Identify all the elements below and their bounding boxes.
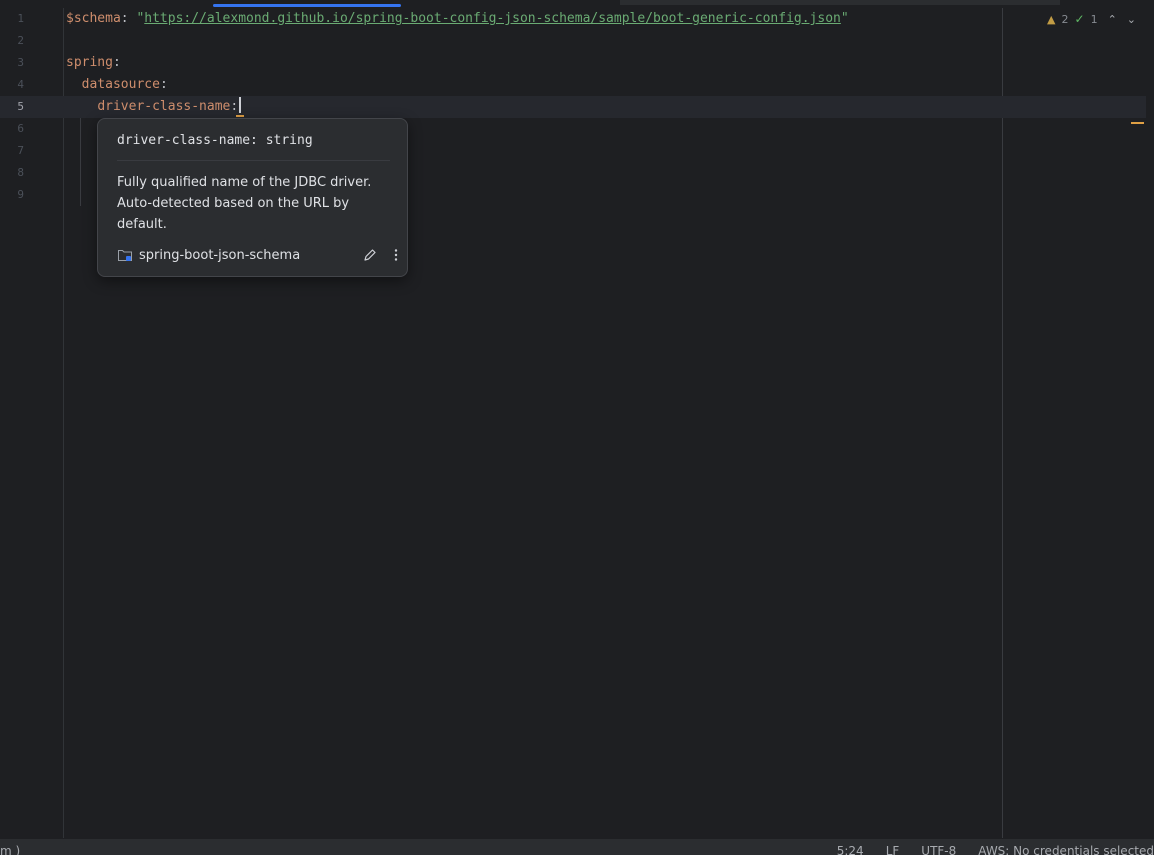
- inspection-widget[interactable]: ▲ 2 ✓ 1 ⌃ ⌄: [1047, 12, 1136, 26]
- line-number: 5: [17, 100, 24, 113]
- documentation-popup[interactable]: driver-class-name: string Fully qualifie…: [97, 118, 408, 277]
- previous-highlight-icon[interactable]: ⌃: [1108, 13, 1117, 26]
- folder-icon: [117, 247, 133, 263]
- yaml-colon: :: [120, 11, 129, 26]
- line-number: 7: [17, 144, 24, 157]
- yaml-key: driver-class-name: [97, 99, 231, 114]
- status-right-widgets: 5:24 LF UTF-8 AWS: No credentials select…: [837, 843, 1154, 855]
- code-editor[interactable]: 1 $schema: "https://alexmond.github.io/s…: [0, 0, 1154, 838]
- error-stripe-warning-mark[interactable]: [1131, 122, 1144, 124]
- yaml-key: spring: [66, 55, 113, 70]
- yaml-key: $schema: [66, 11, 121, 26]
- line-number: 3: [17, 56, 24, 69]
- popup-source-name[interactable]: spring-boot-json-schema: [139, 248, 300, 263]
- caret-position[interactable]: 5:24: [837, 843, 864, 855]
- pencil-icon[interactable]: [363, 248, 377, 262]
- status-left-text[interactable]: m ): [0, 843, 20, 855]
- code-line-3[interactable]: 3 spring:: [0, 52, 1146, 74]
- yaml-colon: :: [159, 77, 168, 92]
- quote-open: ": [128, 11, 145, 26]
- code-text[interactable]: datasource:: [66, 74, 168, 96]
- yaml-key: datasource: [81, 77, 160, 92]
- tab-strip: [0, 0, 1154, 8]
- indent-guide: [80, 118, 81, 206]
- line-number: 2: [17, 34, 24, 47]
- yaml-colon: :: [112, 55, 121, 70]
- tab-background: [620, 0, 1060, 5]
- warning-count: 2: [1061, 12, 1069, 26]
- line-number: 1: [17, 12, 24, 25]
- code-text[interactable]: spring:: [66, 52, 121, 74]
- popup-signature: driver-class-name: string: [117, 133, 313, 148]
- status-bar: m ) 5:24 LF UTF-8 AWS: No credentials se…: [0, 838, 1154, 855]
- quote-close: ": [840, 11, 849, 26]
- aws-credentials[interactable]: AWS: No credentials selected: [978, 843, 1154, 855]
- line-number: 4: [17, 78, 24, 91]
- active-tab-indicator: [213, 4, 401, 7]
- line-number: 9: [17, 188, 24, 201]
- popup-description: Fully qualified name of the JDBC driver.…: [117, 175, 372, 232]
- code-line-5[interactable]: 5 driver-class-name:: [0, 96, 1146, 118]
- schema-url-link[interactable]: https://alexmond.github.io/spring-boot-c…: [144, 11, 841, 26]
- code-line-2[interactable]: 2: [0, 30, 1146, 52]
- warning-squiggle[interactable]: [236, 111, 244, 117]
- popup-divider: [117, 160, 390, 161]
- line-number: 6: [17, 122, 24, 135]
- line-number: 8: [17, 166, 24, 179]
- double-check-icon: ✓: [1074, 12, 1085, 26]
- line-separator[interactable]: LF: [886, 843, 900, 855]
- file-encoding[interactable]: UTF-8: [921, 843, 956, 855]
- warning-triangle-icon: ▲: [1047, 12, 1056, 26]
- popup-footer: spring-boot-json-schema: [117, 245, 403, 265]
- next-highlight-icon[interactable]: ⌄: [1127, 13, 1136, 26]
- code-text[interactable]: $schema: "https://alexmond.github.io/spr…: [66, 8, 849, 30]
- popup-actions: [363, 248, 403, 262]
- more-vertical-icon[interactable]: [389, 248, 403, 262]
- code-line-1[interactable]: 1 $schema: "https://alexmond.github.io/s…: [0, 8, 1146, 30]
- code-text[interactable]: driver-class-name:: [66, 96, 242, 118]
- ok-count: 1: [1090, 12, 1098, 26]
- code-line-4[interactable]: 4 datasource:: [0, 74, 1146, 96]
